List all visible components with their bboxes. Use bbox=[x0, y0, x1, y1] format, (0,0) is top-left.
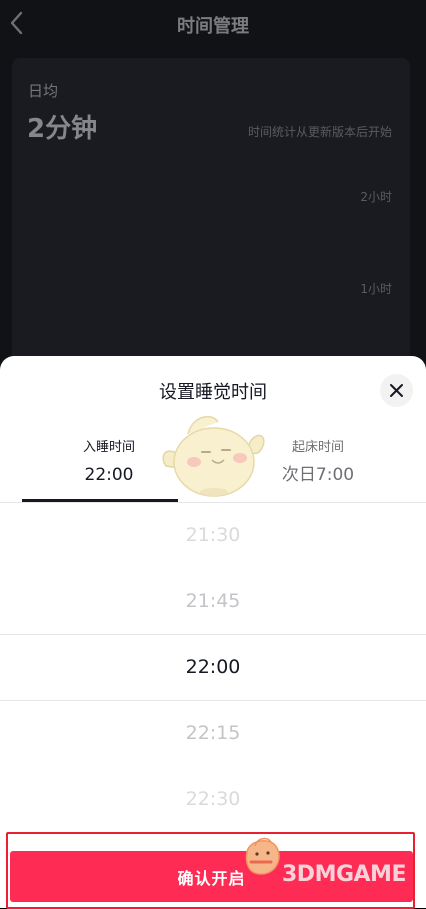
mascot-watermark-icon bbox=[162, 415, 265, 497]
time-option[interactable]: 22:30 bbox=[0, 788, 426, 810]
time-option-selected[interactable]: 22:00 bbox=[0, 656, 426, 678]
chart-axis-label-2h: 2小时 bbox=[360, 190, 392, 204]
picker-selection-top-line bbox=[0, 634, 426, 635]
daily-average-label: 日均 bbox=[28, 82, 59, 100]
page-title: 时间管理 bbox=[177, 16, 249, 37]
time-option[interactable]: 21:30 bbox=[0, 524, 426, 546]
picker-selection-bottom-line bbox=[0, 700, 426, 701]
header: 时间管理 bbox=[0, 0, 426, 48]
watermark-logo-icon bbox=[245, 837, 280, 875]
watermark-text: 3DMGAME bbox=[282, 862, 406, 887]
sheet-title: 设置睡觉时间 bbox=[159, 382, 267, 403]
daily-average-value: 2分钟 bbox=[27, 114, 98, 144]
stats-card: 日均 2分钟 时间统计从更新版本后开始 2小时 1小时 bbox=[12, 58, 410, 368]
chart-axis-label-1h: 1小时 bbox=[360, 282, 392, 296]
stats-note: 时间统计从更新版本后开始 bbox=[247, 125, 392, 139]
tabs-divider bbox=[0, 502, 426, 503]
close-icon bbox=[390, 384, 403, 397]
sleep-time-sheet: 设置睡觉时间 入睡时间 22:00 起床时间 次日7:00 21:30 21:4… bbox=[0, 356, 426, 909]
time-option[interactable]: 21:45 bbox=[0, 590, 426, 612]
time-option[interactable]: 22:15 bbox=[0, 722, 426, 744]
close-button[interactable] bbox=[380, 374, 413, 407]
